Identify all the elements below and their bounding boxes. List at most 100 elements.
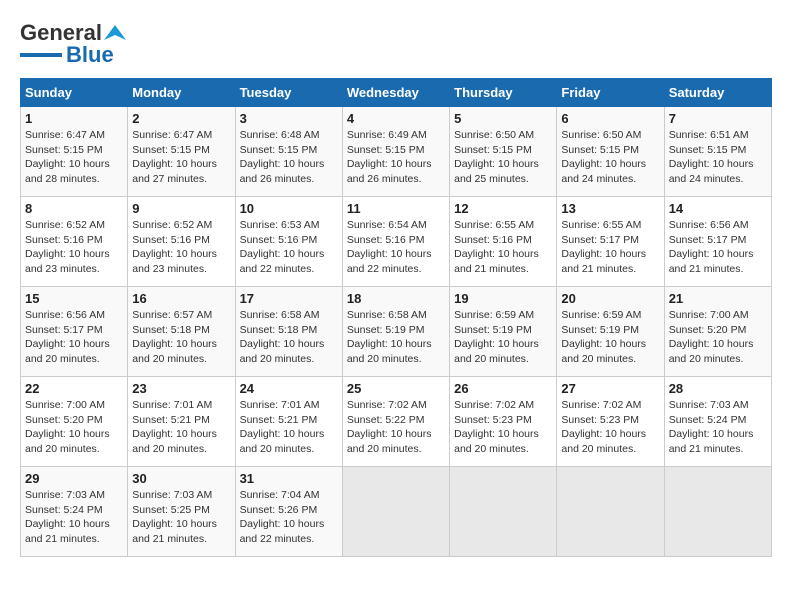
day-number: 17 [240,291,338,306]
day-number: 18 [347,291,445,306]
day-info: Sunrise: 7:03 AM Sunset: 5:25 PM Dayligh… [132,488,230,547]
day-info: Sunrise: 6:55 AM Sunset: 5:17 PM Dayligh… [561,218,659,277]
day-number: 11 [347,201,445,216]
day-info: Sunrise: 6:57 AM Sunset: 5:18 PM Dayligh… [132,308,230,367]
day-info: Sunrise: 6:58 AM Sunset: 5:18 PM Dayligh… [240,308,338,367]
calendar-week-row: 1Sunrise: 6:47 AM Sunset: 5:15 PM Daylig… [21,107,772,197]
day-info: Sunrise: 6:54 AM Sunset: 5:16 PM Dayligh… [347,218,445,277]
calendar-cell: 24 Sunrise: 7:01 AM Sunset: 5:21 PM Dayli… [235,377,342,467]
calendar-cell: 28 Sunrise: 7:03 AM Sunset: 5:24 PM Dayli… [664,377,771,467]
day-info: Sunrise: 7:00 AM Sunset: 5:20 PM Dayligh… [25,398,123,457]
day-number: 28 [669,381,767,396]
day-info: Sunrise: 6:47 AM Sunset: 5:15 PM Dayligh… [25,128,123,187]
day-number: 15 [25,291,123,306]
calendar-cell: 11 Sunrise: 6:54 AM Sunset: 5:16 PM Dayli… [342,197,449,287]
calendar-cell: 12 Sunrise: 6:55 AM Sunset: 5:16 PM Dayli… [450,197,557,287]
day-info: Sunrise: 6:48 AM Sunset: 5:15 PM Dayligh… [240,128,338,187]
day-number: 10 [240,201,338,216]
calendar-cell: 25Sunrise: 7:02 AM Sunset: 5:22 PM Dayli… [342,377,449,467]
day-info: Sunrise: 7:03 AM Sunset: 5:24 PM Dayligh… [25,488,123,547]
day-info: Sunrise: 6:59 AM Sunset: 5:19 PM Dayligh… [454,308,552,367]
logo: General Blue [20,20,126,68]
day-info: Sunrise: 6:58 AM Sunset: 5:19 PM Dayligh… [347,308,445,367]
calendar-week-row: 29 Sunrise: 7:03 AM Sunset: 5:24 PM Dayli… [21,467,772,557]
day-info: Sunrise: 6:52 AM Sunset: 5:16 PM Dayligh… [25,218,123,277]
calendar-cell: 6 Sunrise: 6:50 AM Sunset: 5:15 PM Daylig… [557,107,664,197]
day-number: 4 [347,111,445,126]
day-info: Sunrise: 6:52 AM Sunset: 5:16 PM Dayligh… [132,218,230,277]
calendar-cell: 20Sunrise: 6:59 AM Sunset: 5:19 PM Dayli… [557,287,664,377]
calendar-cell: 3 Sunrise: 6:48 AM Sunset: 5:15 PM Daylig… [235,107,342,197]
day-number: 14 [669,201,767,216]
calendar-cell [450,467,557,557]
calendar-cell: 30 Sunrise: 7:03 AM Sunset: 5:25 PM Dayli… [128,467,235,557]
logo-bar [20,53,62,57]
day-number: 5 [454,111,552,126]
day-number: 27 [561,381,659,396]
day-number: 30 [132,471,230,486]
weekday-header-wednesday: Wednesday [342,79,449,107]
weekday-header-sunday: Sunday [21,79,128,107]
logo-blue: Blue [66,42,114,68]
day-info: Sunrise: 7:02 AM Sunset: 5:23 PM Dayligh… [454,398,552,457]
weekday-header-saturday: Saturday [664,79,771,107]
day-info: Sunrise: 6:55 AM Sunset: 5:16 PM Dayligh… [454,218,552,277]
day-number: 8 [25,201,123,216]
day-number: 26 [454,381,552,396]
calendar-cell: 1Sunrise: 6:47 AM Sunset: 5:15 PM Daylig… [21,107,128,197]
day-info: Sunrise: 7:01 AM Sunset: 5:21 PM Dayligh… [132,398,230,457]
calendar-cell: 16 Sunrise: 6:57 AM Sunset: 5:18 PM Dayli… [128,287,235,377]
day-info: Sunrise: 7:04 AM Sunset: 5:26 PM Dayligh… [240,488,338,547]
calendar-cell: 18 Sunrise: 6:58 AM Sunset: 5:19 PM Dayli… [342,287,449,377]
calendar-cell: 13 Sunrise: 6:55 AM Sunset: 5:17 PM Dayli… [557,197,664,287]
day-number: 22 [25,381,123,396]
day-number: 16 [132,291,230,306]
day-number: 12 [454,201,552,216]
day-info: Sunrise: 7:01 AM Sunset: 5:21 PM Dayligh… [240,398,338,457]
day-number: 13 [561,201,659,216]
day-info: Sunrise: 7:02 AM Sunset: 5:23 PM Dayligh… [561,398,659,457]
day-number: 24 [240,381,338,396]
page-header: General Blue [20,20,772,68]
day-info: Sunrise: 6:47 AM Sunset: 5:15 PM Dayligh… [132,128,230,187]
calendar-table: SundayMondayTuesdayWednesdayThursdayFrid… [20,78,772,557]
day-info: Sunrise: 6:56 AM Sunset: 5:17 PM Dayligh… [25,308,123,367]
day-info: Sunrise: 7:00 AM Sunset: 5:20 PM Dayligh… [669,308,767,367]
day-info: Sunrise: 6:50 AM Sunset: 5:15 PM Dayligh… [454,128,552,187]
calendar-week-row: 15 Sunrise: 6:56 AM Sunset: 5:17 PM Dayli… [21,287,772,377]
calendar-week-row: 8 Sunrise: 6:52 AM Sunset: 5:16 PM Daylig… [21,197,772,287]
calendar-week-row: 22 Sunrise: 7:00 AM Sunset: 5:20 PM Dayli… [21,377,772,467]
calendar-cell [342,467,449,557]
day-info: Sunrise: 6:50 AM Sunset: 5:15 PM Dayligh… [561,128,659,187]
day-info: Sunrise: 6:56 AM Sunset: 5:17 PM Dayligh… [669,218,767,277]
weekday-header-thursday: Thursday [450,79,557,107]
day-number: 29 [25,471,123,486]
day-number: 6 [561,111,659,126]
day-info: Sunrise: 6:51 AM Sunset: 5:15 PM Dayligh… [669,128,767,187]
day-info: Sunrise: 6:59 AM Sunset: 5:19 PM Dayligh… [561,308,659,367]
weekday-header-tuesday: Tuesday [235,79,342,107]
calendar-cell: 17 Sunrise: 6:58 AM Sunset: 5:18 PM Dayli… [235,287,342,377]
day-number: 7 [669,111,767,126]
calendar-cell: 4 Sunrise: 6:49 AM Sunset: 5:15 PM Daylig… [342,107,449,197]
day-number: 19 [454,291,552,306]
weekday-header-monday: Monday [128,79,235,107]
calendar-cell: 27 Sunrise: 7:02 AM Sunset: 5:23 PM Dayli… [557,377,664,467]
calendar-cell: 5 Sunrise: 6:50 AM Sunset: 5:15 PM Daylig… [450,107,557,197]
calendar-cell: 8 Sunrise: 6:52 AM Sunset: 5:16 PM Daylig… [21,197,128,287]
calendar-cell: 10 Sunrise: 6:53 AM Sunset: 5:16 PM Dayli… [235,197,342,287]
calendar-cell: 7 Sunrise: 6:51 AM Sunset: 5:15 PM Daylig… [664,107,771,197]
calendar-cell [557,467,664,557]
day-info: Sunrise: 7:03 AM Sunset: 5:24 PM Dayligh… [669,398,767,457]
day-number: 23 [132,381,230,396]
calendar-cell: 29 Sunrise: 7:03 AM Sunset: 5:24 PM Dayli… [21,467,128,557]
day-info: Sunrise: 6:53 AM Sunset: 5:16 PM Dayligh… [240,218,338,277]
day-number: 31 [240,471,338,486]
day-info: Sunrise: 6:49 AM Sunset: 5:15 PM Dayligh… [347,128,445,187]
calendar-cell: 2Sunrise: 6:47 AM Sunset: 5:15 PM Daylig… [128,107,235,197]
day-info: Sunrise: 7:02 AM Sunset: 5:22 PM Dayligh… [347,398,445,457]
weekday-header-friday: Friday [557,79,664,107]
day-number: 3 [240,111,338,126]
calendar-cell: 23 Sunrise: 7:01 AM Sunset: 5:21 PM Dayli… [128,377,235,467]
calendar-cell: 22 Sunrise: 7:00 AM Sunset: 5:20 PM Dayli… [21,377,128,467]
